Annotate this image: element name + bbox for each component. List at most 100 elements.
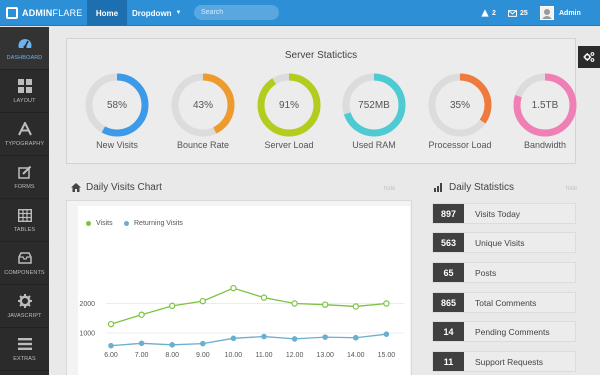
data-point xyxy=(260,294,268,301)
daily-statistics-title: Daily Statistics xyxy=(449,182,515,193)
data-point xyxy=(383,300,390,307)
nav-dropdown-label: Dropdown xyxy=(132,8,172,18)
x-tick-label: 11.00 xyxy=(256,352,273,359)
sidebar-item-components[interactable]: COMPONENTS xyxy=(0,242,49,285)
search-input[interactable] xyxy=(194,5,279,20)
x-tick-label: 13.00 xyxy=(316,352,334,359)
sidebar-item-label: TABLES xyxy=(13,227,36,233)
gauge-label: Processor Load xyxy=(428,140,492,150)
stat-label: Total Comments xyxy=(475,297,537,308)
stat-label: Support Requests xyxy=(475,356,544,367)
gauge-value: 43% xyxy=(192,99,213,111)
series-line-1 xyxy=(110,333,387,347)
sidebar-item-typography[interactable]: TYPOGRAPHY xyxy=(0,113,49,156)
legend-visits: Visits xyxy=(86,220,113,227)
x-tick-label: 15.00 xyxy=(378,352,396,359)
caret-down-icon: ▼ xyxy=(175,10,182,16)
daily-statistics-heading: Daily Statistics xyxy=(434,182,514,193)
list-item: 11 Support Requests xyxy=(432,351,576,372)
x-tick-label: 9.00 xyxy=(196,352,210,359)
sidebar-item-label: LAYOUT xyxy=(13,98,36,104)
legend-visits-swatch xyxy=(86,221,91,226)
x-tick-label: 10.00 xyxy=(225,352,243,359)
forms-icon xyxy=(17,164,33,180)
x-tick-label: 12.00 xyxy=(286,352,304,359)
data-point xyxy=(200,340,206,347)
nav-dropdown-toggle[interactable]: Dropdown ▼ xyxy=(132,0,182,26)
x-tick-label: 6.00 xyxy=(104,352,118,359)
stat-label: Visits Today xyxy=(475,208,521,219)
data-point xyxy=(383,331,390,337)
stat-value: 563 xyxy=(433,233,464,252)
legend-returning-visits: Returning Visits xyxy=(124,220,183,227)
data-point xyxy=(138,311,145,318)
list-item: 865 Total Comments xyxy=(432,292,576,313)
legend-returning-label: Returning Visits xyxy=(134,220,183,227)
series-line-0 xyxy=(110,287,387,325)
gears-icon xyxy=(583,52,595,62)
settings-toggle-button[interactable] xyxy=(578,46,600,68)
data-point xyxy=(230,284,237,292)
dashboard-icon xyxy=(17,35,33,51)
sidebar-item-layout[interactable]: LAYOUT xyxy=(0,70,49,113)
gauge-used-ram: 752MB xyxy=(341,72,407,138)
legend-visits-label: Visits xyxy=(96,220,113,227)
gauge-label: Used RAM xyxy=(352,140,396,150)
y-tick-label: 1000 xyxy=(79,331,95,338)
gauge-value: 35% xyxy=(449,99,470,111)
data-point xyxy=(261,333,267,340)
gauge-value: 91% xyxy=(278,99,299,111)
gauge-new-visits: 58% xyxy=(84,72,150,138)
sidebar-item-label: COMPONENTS xyxy=(4,270,45,276)
messages-count: 25 xyxy=(520,9,528,17)
data-point xyxy=(169,342,176,348)
gauge-label: Server Load xyxy=(264,140,314,150)
stat-value: 14 xyxy=(433,322,464,341)
user-menu[interactable]: Admin xyxy=(540,0,581,26)
data-point xyxy=(352,303,359,310)
list-item: 897 Visits Today xyxy=(432,203,576,224)
gauge-bandwidth: 1.5TB xyxy=(512,72,578,138)
data-point xyxy=(108,342,114,349)
alerts-count: 2 xyxy=(492,9,496,17)
data-point xyxy=(230,335,237,342)
y-tick-label: 2000 xyxy=(79,301,95,308)
gauge-label: Bounce Rate xyxy=(176,140,230,150)
sidebar-item-dashboard[interactable]: DASHBOARD xyxy=(0,27,49,70)
home-icon xyxy=(71,183,81,192)
gauge-value: 752MB xyxy=(358,99,390,111)
data-point xyxy=(168,302,176,310)
sidebar-item-extras[interactable]: EXTRAS xyxy=(0,328,49,371)
hide-statistics-link[interactable]: hide xyxy=(566,186,577,192)
gear-icon xyxy=(17,293,33,309)
bar-chart-icon xyxy=(434,183,444,192)
sidebar-item-label: JAVASCRIPT xyxy=(7,313,42,319)
alerts-button[interactable]: 2 xyxy=(481,0,496,26)
daily-visits-line-chart: 2000 1000 6.00 7.00 8.00 9.00 10.00 11.00 12.00 1… xyxy=(79,284,404,359)
sidebar-item-forms[interactable]: FORMS xyxy=(0,156,49,199)
messages-button[interactable]: 25 xyxy=(508,0,528,26)
top-navbar: ADMINFLARE Home Dropdown ▼ 2 25 Admin xyxy=(0,0,600,26)
data-point xyxy=(352,334,359,341)
brand-name: ADMINFLARE xyxy=(22,8,83,18)
gauge-processor-load: 35% xyxy=(427,72,493,138)
daily-visits-title: Daily Visits Chart xyxy=(86,182,162,193)
legend-returning-swatch xyxy=(124,221,129,226)
stat-value: 11 xyxy=(433,352,464,371)
gauge-bounce-rate: 43% xyxy=(170,72,236,138)
list-icon xyxy=(17,336,33,352)
user-name: Admin xyxy=(559,9,581,17)
hide-chart-link[interactable]: hide xyxy=(384,186,395,192)
list-item: 65 Posts xyxy=(432,262,576,283)
brand-icon xyxy=(6,7,18,19)
data-point xyxy=(291,336,298,342)
brand-logo[interactable]: ADMINFLARE xyxy=(0,0,84,26)
tables-icon xyxy=(17,207,33,223)
layout-icon xyxy=(17,78,33,94)
sidebar-item-tables[interactable]: TABLES xyxy=(0,199,49,242)
data-point xyxy=(107,320,115,328)
nav-home-link[interactable]: Home xyxy=(87,0,127,26)
stat-label: Posts xyxy=(475,267,497,278)
gauge-label: Bandwidth xyxy=(523,140,567,150)
sidebar-item-javascript[interactable]: JAVASCRIPT xyxy=(0,285,49,328)
